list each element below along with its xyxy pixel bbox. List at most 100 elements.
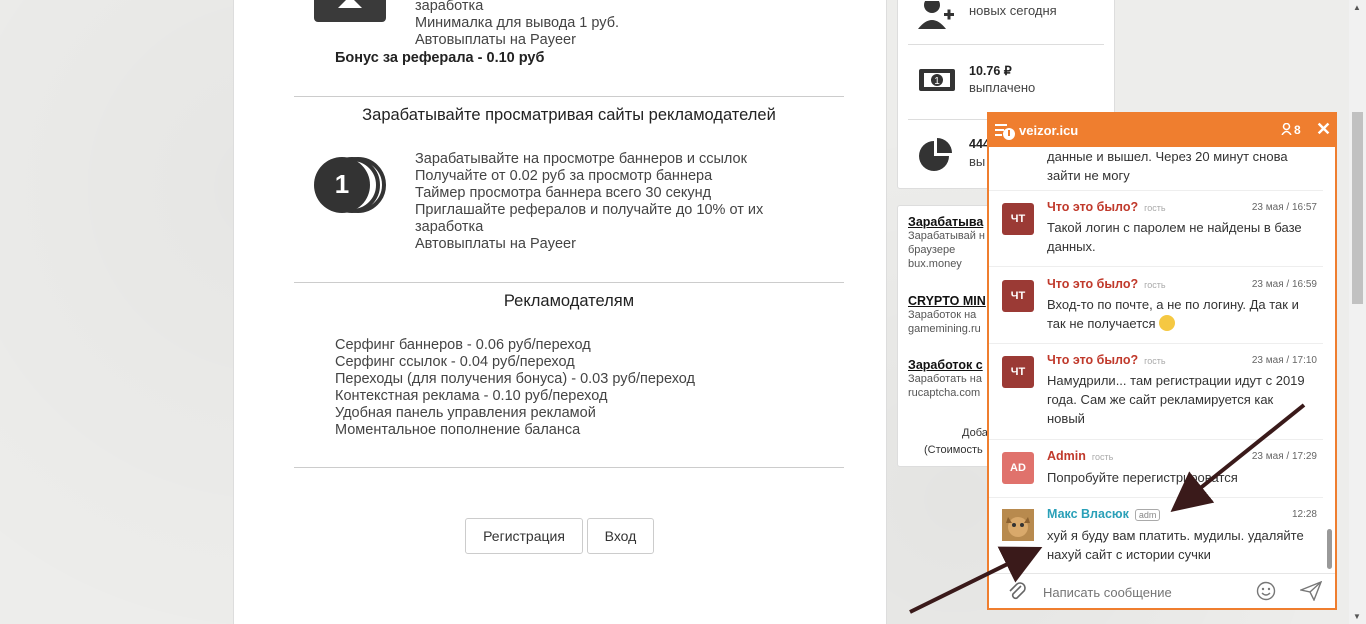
- chat-site-name: veizor.icu: [1019, 123, 1079, 138]
- pricing-line: Серфинг баннеров - 0.06 руб/переход: [335, 337, 591, 353]
- ads-footer-line: (Стоимость: [924, 444, 983, 456]
- message-line: Вход-то по почте, а не по логину. Да так…: [1047, 297, 1299, 312]
- svg-text:1: 1: [934, 76, 940, 87]
- register-button[interactable]: Регистрация: [465, 518, 583, 554]
- author-name[interactable]: Admin гость: [1047, 449, 1113, 463]
- emoji-icon[interactable]: [1256, 581, 1276, 606]
- chat-input-bar: [989, 573, 1335, 608]
- avatar: AD: [1002, 452, 1034, 484]
- section3-title: Рекламодателям: [503, 292, 635, 310]
- message-line: года. Сам же сайт рекламируется как: [1047, 392, 1274, 407]
- chat-messages: данные и вышел. Через 20 минут снова зай…: [989, 147, 1335, 577]
- message-line: зайти не могу: [1047, 168, 1130, 183]
- section2-line: Таймер просмотра баннера всего 30 секунд: [415, 185, 712, 201]
- divider: [294, 282, 844, 283]
- section2-line: заработка: [415, 219, 484, 235]
- author-name-text: Что это было?: [1047, 353, 1139, 367]
- pricing-line: Переходы (для получения бонуса) - 0.03 р…: [335, 371, 695, 387]
- stat-label: новых сегодня: [969, 3, 1057, 18]
- stat-value: 10.76 ₽: [969, 64, 1012, 78]
- message-line: данные и вышел. Через 20 минут снова: [1047, 149, 1288, 164]
- divider: [294, 467, 844, 468]
- section1-line: Минималка для вывода 1 руб.: [415, 15, 620, 31]
- banknote-icon: 1: [918, 67, 956, 97]
- message-input[interactable]: [1041, 581, 1235, 603]
- author-name[interactable]: Что это было? гость: [1047, 200, 1166, 214]
- section1-line: заработка: [415, 0, 484, 14]
- stat-label: выплачено: [969, 80, 1036, 95]
- chat-message-partial: данные и вышел. Через 20 минут снова зай…: [989, 147, 1323, 191]
- section2-title: Зарабатывайте просматривая сайты рекламо…: [362, 106, 776, 124]
- message-line: хуй я буду вам платить. мудилы. удаляйте: [1047, 528, 1304, 543]
- author-name[interactable]: Что это было? гость: [1047, 277, 1166, 291]
- author-role: гость: [1144, 203, 1166, 213]
- author-role: гость: [1144, 356, 1166, 366]
- page-scrollbar[interactable]: ▲ ▼: [1349, 0, 1366, 624]
- avatar-cat-photo: [1002, 509, 1034, 541]
- author-name-text: Что это было?: [1047, 200, 1139, 214]
- author-name-text: Admin: [1047, 449, 1086, 463]
- author-role: гость: [1091, 452, 1114, 462]
- coins-icon: 1: [314, 155, 404, 215]
- message-line: Такой логин с паролем не найдены в базе: [1047, 220, 1302, 235]
- avatar: ЧТ: [1002, 280, 1034, 312]
- avatar: ЧТ: [1002, 203, 1034, 235]
- message-line: данных.: [1047, 239, 1096, 254]
- pricing-line: Моментальное пополнение баланса: [335, 422, 581, 438]
- stat-label: вы: [969, 154, 986, 169]
- pricing-line: Контекстная реклама - 0.10 руб/переход: [335, 388, 608, 404]
- author-name-text: Макс Власюк: [1047, 507, 1129, 521]
- chat-message: ЧТ Что это было? гость 23 мая / 17:10 Нам…: [989, 344, 1323, 440]
- chat-header: veizor.icu 8 ✕: [989, 114, 1335, 147]
- message-line: Намудрили... там регистрации идут с 2019: [1047, 373, 1305, 388]
- message-line: нахуй сайт с истории сучки: [1047, 547, 1211, 562]
- chat-menu-icon[interactable]: [995, 122, 1017, 147]
- confused-emoji-icon: [1159, 315, 1176, 331]
- chat-message: AD Admin гость 23 мая / 17:29 Попробуйте …: [989, 440, 1323, 498]
- ads-footer-line[interactable]: Доба: [962, 427, 988, 439]
- scroll-up-icon[interactable]: ▲: [1353, 3, 1361, 12]
- users-icon[interactable]: [1281, 122, 1292, 138]
- author-name-text: Что это было?: [1047, 277, 1139, 291]
- message-line: Попробуйте перегистрироватся: [1047, 470, 1238, 485]
- message-text: данные и вышел. Через 20 минут снова зай…: [1047, 147, 1317, 185]
- scroll-down-icon[interactable]: ▼: [1353, 612, 1361, 621]
- referral-bonus: Бонус за реферала - 0.10 руб: [335, 50, 545, 66]
- section1-text: заработка Минималка для вывода 1 руб. Ав…: [415, 0, 965, 49]
- section1-line: Автовыплаты на Payeer: [415, 32, 576, 48]
- pricing-line: Серфинг ссылок - 0.04 руб/переход: [335, 354, 575, 370]
- message-text: Попробуйте перегистрироватся: [1047, 468, 1317, 487]
- user-add-icon: [918, 0, 956, 31]
- chat-scrollbar-thumb[interactable]: [1327, 529, 1332, 569]
- stat-new-today: новых сегодня: [908, 0, 1104, 41]
- section2-line: Получайте от 0.02 руб за просмотр баннер…: [415, 168, 713, 184]
- section3-text: Серфинг баннеров - 0.06 руб/переход Серф…: [335, 337, 885, 439]
- message-line: новый: [1047, 411, 1085, 426]
- message-text: Намудрили... там регистрации идут с 2019…: [1047, 371, 1317, 428]
- section2-text: Зарабатывайте на просмотре баннеров и сс…: [415, 151, 815, 253]
- main-content: заработка Минималка для вывода 1 руб. Ав…: [233, 0, 887, 624]
- coin-number: 1: [334, 169, 350, 199]
- message-time: 23 мая / 17:10: [1251, 355, 1317, 366]
- message-text: Такой логин с паролем не найдены в базе …: [1047, 218, 1317, 256]
- close-icon[interactable]: ✕: [1316, 119, 1331, 140]
- scrollbar-thumb[interactable]: [1352, 112, 1363, 304]
- login-button[interactable]: Вход: [587, 518, 654, 554]
- message-line: так не получается: [1047, 314, 1317, 333]
- attach-icon[interactable]: [1007, 580, 1027, 607]
- message-time: 23 мая / 17:29: [1251, 451, 1317, 462]
- chat-message: ЧТ Что это было? гость 23 мая / 16:59 Вхо…: [989, 267, 1323, 344]
- stat-paid: 1 10.76 ₽ выплачено: [908, 63, 1104, 103]
- chat-widget: veizor.icu 8 ✕ данные и вышел. Через 20 …: [987, 112, 1337, 610]
- message-line-text: так не получается: [1047, 316, 1156, 331]
- send-icon[interactable]: [1298, 580, 1323, 606]
- chat-message: Макс Власюк adm 12:28 хуй я буду вам плат…: [989, 498, 1323, 577]
- author-name[interactable]: Макс Власюк adm: [1047, 507, 1161, 521]
- avatar: ЧТ: [1002, 356, 1034, 388]
- chat-scrollbar[interactable]: [1327, 154, 1332, 574]
- section2-line: Зарабатывайте на просмотре баннеров и сс…: [415, 151, 747, 167]
- pricing-line: Удобная панель управления рекламой: [335, 405, 596, 421]
- section2-line: Приглашайте рефералов и получайте до 10%…: [415, 202, 764, 218]
- section2-line: Автовыплаты на Payeer: [415, 236, 576, 252]
- author-name[interactable]: Что это было? гость: [1047, 353, 1166, 367]
